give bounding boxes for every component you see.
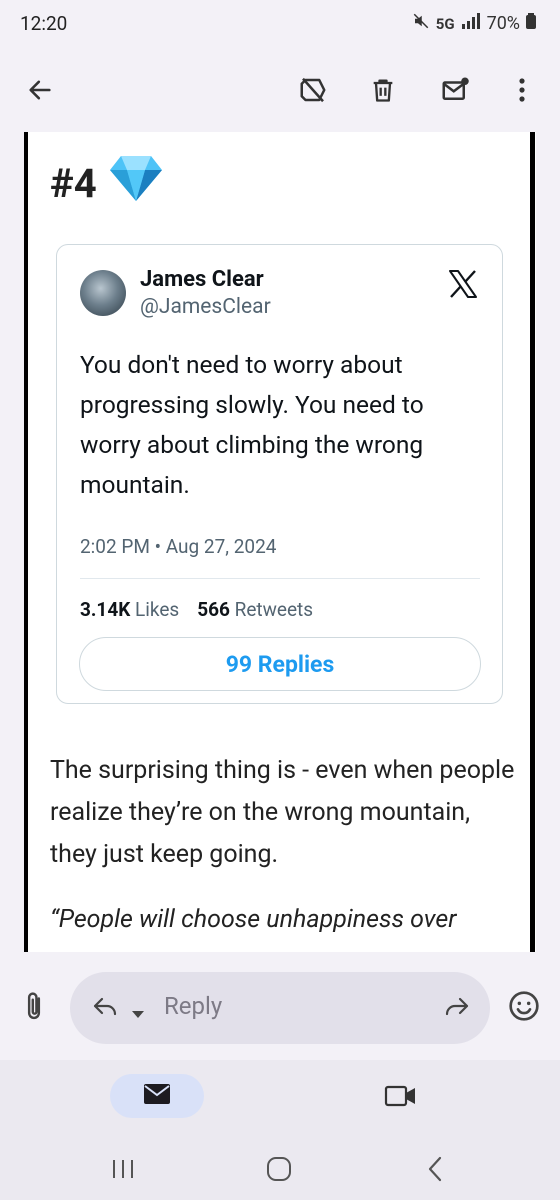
reply-input[interactable]: Reply (70, 972, 490, 1044)
reply-bar: Reply (0, 952, 560, 1060)
system-navigation-bar (0, 1140, 560, 1200)
battery-label: 70% (486, 13, 520, 34)
likes-count: 3.14K (80, 598, 131, 621)
tweet-date[interactable]: 2:02 PM • Aug 27, 2024 (80, 535, 276, 558)
paperclip-icon[interactable] (18, 990, 50, 1028)
x-logo-icon[interactable] (448, 269, 478, 299)
arrow-left-icon[interactable] (20, 70, 60, 110)
signal-icon (461, 13, 481, 34)
status-indicators: 5G 70% (412, 12, 536, 35)
tab-meet[interactable] (384, 1082, 418, 1114)
gem-icon (109, 154, 163, 212)
tweet-author-name[interactable]: James Clear (140, 267, 264, 292)
network-label: 5G (435, 14, 455, 33)
more-vertical-icon[interactable] (502, 70, 542, 110)
reply-icon[interactable] (92, 994, 122, 1024)
trash-icon[interactable] (363, 70, 403, 110)
tab-mail[interactable] (110, 1074, 204, 1118)
body-paragraph: The surprising thing is - even when peop… (50, 756, 515, 869)
chevron-down-icon[interactable] (132, 1004, 144, 1023)
retweets-label: Retweets (234, 598, 314, 621)
heading-number: #4 (50, 159, 97, 207)
reply-placeholder: Reply (164, 992, 223, 1020)
likes-stat[interactable]: 3.14K Likes (80, 598, 179, 621)
emoji-icon[interactable] (508, 990, 540, 1026)
tweet-text: You don't need to worry about progressin… (80, 350, 424, 499)
mute-icon (412, 12, 430, 35)
quote-text: “People will choose unhappiness over (50, 905, 457, 934)
back-nav-icon[interactable] (426, 1156, 444, 1186)
likes-label: Likes (135, 598, 180, 621)
home-icon[interactable] (266, 1156, 292, 1186)
embedded-tweet[interactable]: James Clear @JamesClear You don't need t… (56, 244, 503, 704)
email-body: #4 James Clear @JamesClear You don't nee… (24, 132, 536, 952)
forward-icon[interactable] (440, 994, 470, 1024)
section-heading: #4 (50, 154, 163, 212)
bottom-navigation (0, 1060, 560, 1140)
mail-unread-icon[interactable] (435, 70, 475, 110)
retweets-count: 566 (197, 598, 230, 621)
retweets-stat[interactable]: 566 Retweets (197, 598, 313, 621)
status-time: 12:20 (20, 12, 68, 35)
mail-icon (142, 1082, 172, 1110)
divider (24, 132, 28, 952)
status-bar: 12:20 5G 70% (0, 0, 560, 52)
tweet-author-handle[interactable]: @JamesClear (140, 295, 271, 319)
divider (530, 132, 535, 952)
replies-button[interactable]: 99 Replies (79, 637, 481, 691)
tweet-stats: 3.14K Likes 566 Retweets (80, 598, 313, 621)
video-icon (384, 1085, 418, 1114)
battery-icon (526, 13, 536, 34)
top-app-bar (0, 52, 560, 132)
recent-apps-icon[interactable] (110, 1158, 136, 1184)
divider (80, 578, 480, 579)
avatar[interactable] (80, 270, 126, 316)
label-off-icon[interactable] (293, 70, 333, 110)
